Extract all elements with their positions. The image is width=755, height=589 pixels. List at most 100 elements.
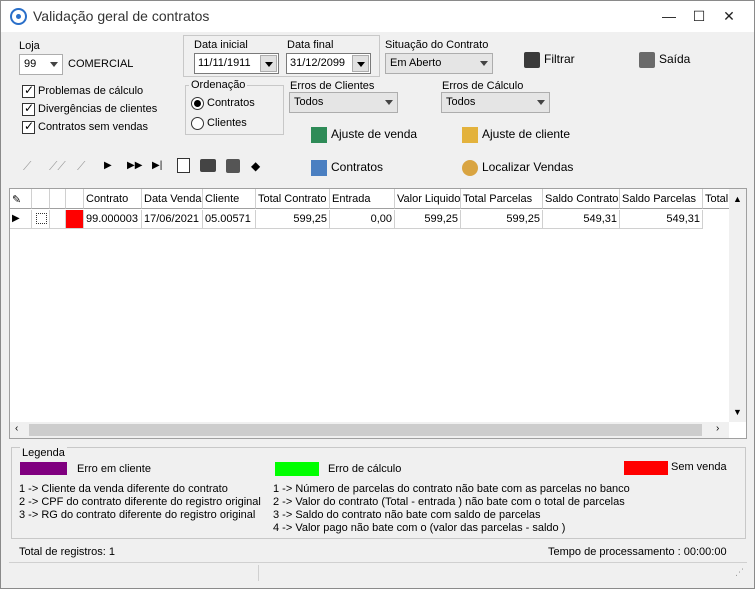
- close-button[interactable]: ✕: [715, 5, 743, 27]
- nav-last-icon[interactable]: ▶|: [152, 160, 162, 171]
- legend-left-1: 1 -> Cliente da venda diferente do contr…: [19, 483, 228, 495]
- chevron-down-icon: [537, 100, 545, 105]
- row-total-parcelas[interactable]: 599,25: [461, 210, 543, 229]
- chevron-down-icon: [385, 100, 393, 105]
- calendar-dropdown-icon[interactable]: [260, 55, 277, 72]
- data-inicial-input[interactable]: 11/11/1911: [194, 53, 279, 74]
- erros-calculo-label: Erros de Cálculo: [442, 80, 524, 92]
- data-final-label: Data final: [287, 39, 334, 51]
- row-contrato[interactable]: 99.000003: [84, 210, 142, 229]
- chevron-down-icon: [480, 61, 488, 66]
- legend-right-4: 4 -> Valor pago não bate com o (valor da…: [273, 522, 566, 534]
- legend-title: Legenda: [20, 447, 67, 459]
- status-divider: [258, 565, 259, 581]
- problemas-checkbox[interactable]: [22, 83, 35, 98]
- localizar-vendas-button[interactable]: Localizar Vendas: [462, 160, 573, 176]
- row-total-contrato[interactable]: 599,25: [256, 210, 330, 229]
- ajuste-cliente-label: Ajuste de cliente: [482, 127, 571, 142]
- filtrar-label: Filtrar: [544, 52, 575, 67]
- grid-header-blank: [66, 189, 84, 209]
- nav-prior-page-icon[interactable]: ⟋⟋: [49, 159, 66, 174]
- grid-header[interactable]: Saldo Contrato: [543, 189, 620, 209]
- grid-header[interactable]: Entrada: [330, 189, 395, 209]
- grid-header[interactable]: Data Venda: [142, 189, 203, 209]
- grid-header-blank: [32, 189, 50, 209]
- grid-header-blank: [50, 189, 66, 209]
- row-saldo-contrato[interactable]: 549,31: [543, 210, 620, 229]
- scroll-right-icon[interactable]: ›: [716, 423, 719, 434]
- radio-contratos[interactable]: [191, 97, 204, 110]
- nav-next-page-icon[interactable]: ▶▶: [127, 160, 142, 171]
- grid-header[interactable]: Total Contrato: [256, 189, 330, 209]
- filtrar-button[interactable]: Filtrar: [524, 52, 575, 68]
- scroll-thumb[interactable]: [29, 424, 702, 436]
- grid-header[interactable]: Contrato: [84, 189, 142, 209]
- swatch-cliente: [20, 462, 67, 475]
- window-title: Validação geral de contratos: [33, 8, 210, 24]
- data-final-input[interactable]: 31/12/2099: [286, 53, 371, 74]
- calendar-dropdown-icon[interactable]: [352, 55, 369, 72]
- legend-left-2: 2 -> CPF do contrato diferente do regist…: [19, 496, 261, 508]
- diamond-icon[interactable]: ◆: [251, 159, 260, 173]
- legend-right-2: 2 -> Valor do contrato (Total - entrada …: [273, 496, 625, 508]
- contratos-button[interactable]: Contratos: [311, 160, 383, 176]
- loja-value: 99: [24, 58, 37, 70]
- data-inicial-label: Data inicial: [194, 39, 248, 51]
- printer-icon[interactable]: [200, 159, 216, 172]
- row-cliente[interactable]: 05.00571: [203, 210, 256, 229]
- grid-header[interactable]: Saldo Parcelas: [620, 189, 703, 209]
- radio-contratos-label: Contratos: [207, 97, 255, 109]
- legend-erro-calculo: Erro de cálculo: [328, 463, 402, 475]
- grid-header-icon: ✎: [10, 189, 32, 209]
- scroll-up-icon[interactable]: ▲: [733, 194, 742, 204]
- erros-calculo-select[interactable]: Todos: [441, 92, 550, 113]
- row-checkbox[interactable]: [32, 210, 50, 229]
- radio-clientes-label: Clientes: [207, 117, 247, 129]
- grid-header[interactable]: Valor Liquido: [395, 189, 461, 209]
- resize-grip-icon[interactable]: ⋰: [735, 567, 744, 578]
- sem-vendas-checkbox[interactable]: [22, 119, 35, 134]
- contracts-grid[interactable]: ✎ Contrato Data Venda Cliente Total Cont…: [9, 188, 747, 439]
- nav-next-icon[interactable]: ▶: [104, 160, 112, 171]
- ordenacao-label: Ordenação: [189, 79, 248, 91]
- documents-icon: [311, 160, 327, 176]
- edit-icon[interactable]: [226, 159, 240, 173]
- swatch-venda: [624, 461, 668, 475]
- row-entrada[interactable]: 0,00: [330, 210, 395, 229]
- title-bar: Validação geral de contratos — ☐ ✕: [1, 1, 754, 32]
- erros-clientes-select[interactable]: Todos: [289, 92, 398, 113]
- loja-select[interactable]: 99: [19, 54, 63, 75]
- nav-prior-icon[interactable]: ⟋: [77, 159, 85, 174]
- tempo-processamento: Tempo de processamento : 00:00:00: [548, 546, 727, 558]
- legend-right-1: 1 -> Número de parcelas do contrato não …: [273, 483, 630, 495]
- folder-icon: [462, 127, 478, 143]
- row-valor-liquido[interactable]: 599,25: [395, 210, 461, 229]
- magnifier-icon: [462, 160, 478, 176]
- ajuste-cliente-button[interactable]: Ajuste de cliente: [462, 127, 570, 143]
- divergencias-label: Divergências de clientes: [38, 103, 158, 115]
- minimize-button[interactable]: —: [655, 5, 683, 27]
- scroll-down-icon[interactable]: ▼: [733, 407, 742, 417]
- main-window: Validação geral de contratos — ☐ ✕ Loja …: [0, 0, 755, 589]
- radio-clientes[interactable]: [191, 117, 204, 130]
- data-final-value: 31/12/2099: [290, 57, 346, 69]
- filter-icon: [524, 52, 540, 68]
- nav-first-icon[interactable]: ⟋: [23, 159, 31, 174]
- row-data-venda[interactable]: 17/06/2021: [142, 210, 203, 229]
- app-icon: [10, 8, 27, 25]
- maximize-button[interactable]: ☐: [685, 5, 713, 27]
- saida-button[interactable]: Saída: [639, 52, 690, 68]
- ajuste-venda-button[interactable]: Ajuste de venda: [311, 127, 417, 143]
- erros-clientes-value: Todos: [294, 96, 324, 108]
- row-indicator-icon[interactable]: ▶: [10, 210, 32, 229]
- divergencias-checkbox[interactable]: [22, 101, 35, 116]
- grid-header[interactable]: Total Parcelas: [461, 189, 543, 209]
- situacao-select[interactable]: Em Aberto: [385, 53, 493, 74]
- scroll-left-icon[interactable]: ‹: [15, 423, 18, 434]
- vertical-scrollbar[interactable]: [729, 189, 746, 422]
- row-saldo-parcelas[interactable]: 549,31: [620, 210, 703, 229]
- row-blank: [50, 210, 66, 229]
- contratos-label: Contratos: [331, 160, 384, 175]
- grid-header[interactable]: Cliente: [203, 189, 256, 209]
- preview-icon[interactable]: [177, 158, 190, 173]
